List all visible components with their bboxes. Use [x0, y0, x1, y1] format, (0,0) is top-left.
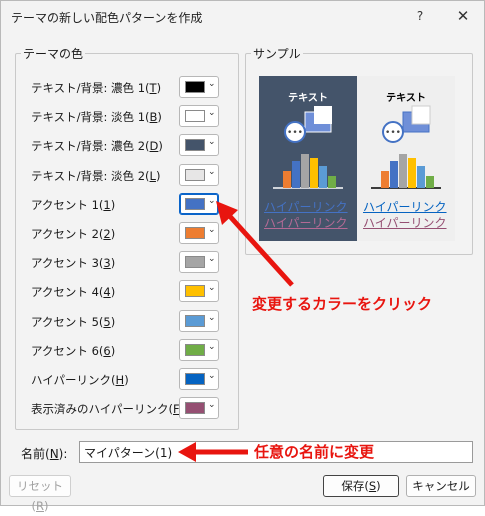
arrow-to-accent1 [216, 201, 294, 287]
annotation-rename: 任意の名前に変更 [254, 443, 375, 461]
annotation-click-color: 変更するカラーをクリック [252, 295, 433, 313]
annotation-arrows [178, 201, 294, 462]
arrow-to-name-field [178, 442, 248, 462]
